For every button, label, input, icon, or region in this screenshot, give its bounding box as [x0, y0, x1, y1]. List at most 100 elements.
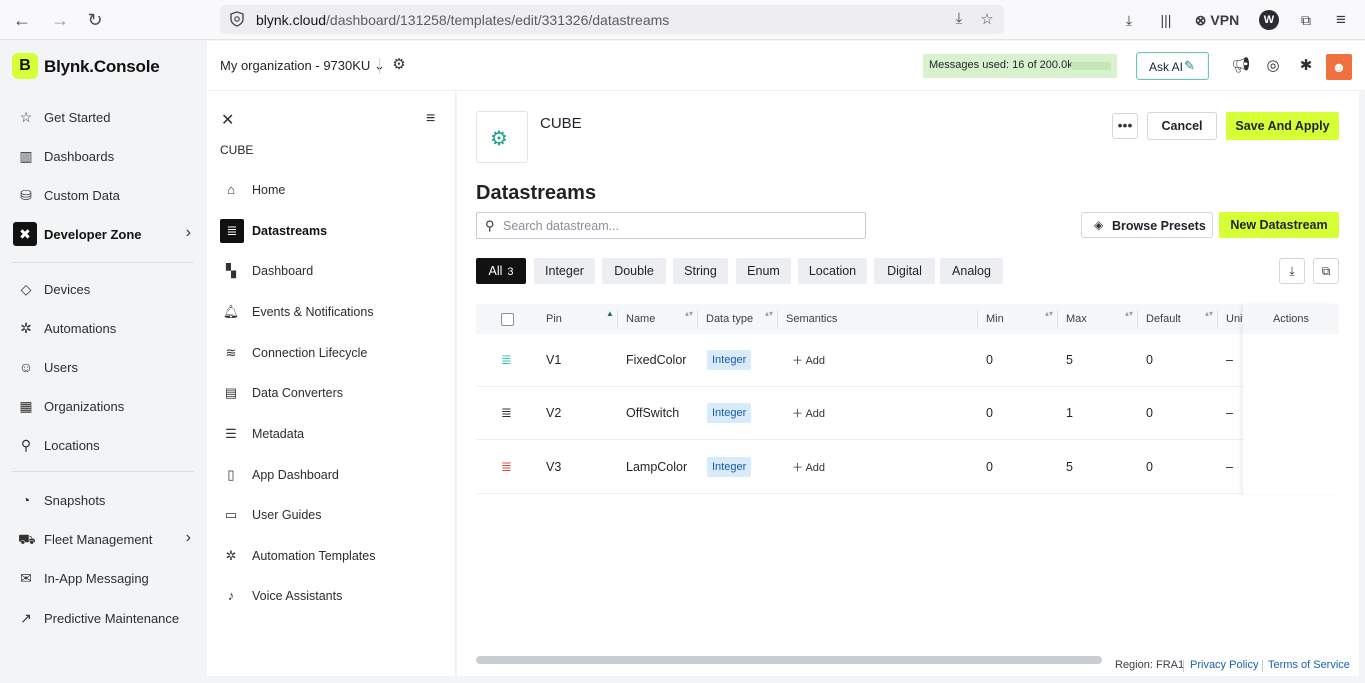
sidebar-item-automations[interactable]: ✲ Automations [10, 312, 195, 344]
profile-avatar[interactable]: W [1259, 10, 1279, 30]
column-semantics[interactable]: Semantics [786, 313, 837, 325]
browse-presets-label: Browse Presets [1112, 219, 1206, 233]
menu-lines-icon[interactable]: ≡ [426, 110, 435, 128]
reload-icon[interactable]: ↻ [83, 8, 107, 32]
add-semantics-button[interactable]: ＋ Add [792, 405, 825, 421]
sort-icon[interactable]: ▴▾ [1125, 310, 1133, 318]
help-lifebuoy-icon[interactable]: ◎ [1263, 56, 1283, 76]
privacy-policy-link[interactable]: Privacy Policy [1190, 659, 1258, 671]
tab-data-converters[interactable]: ▤ Data Converters [219, 379, 444, 407]
tab-datastreams[interactable]: ≣ Datastreams [219, 217, 444, 245]
tab-app-dashboard[interactable]: ▯ App Dashboard [219, 461, 444, 489]
cell-pin: V3 [546, 460, 562, 474]
region-label: Region: FRA1 [1115, 659, 1185, 671]
more-options-button[interactable]: ••• [1112, 113, 1138, 139]
table-row[interactable]: ≣ V1 FixedColor Integer ＋ Add 0 5 0 – [476, 334, 1339, 387]
add-semantics-button[interactable]: ＋ Add [792, 352, 825, 368]
sort-icon[interactable]: ▴▾ [685, 310, 693, 318]
table-row[interactable]: ≣ V3 LampColor Integer ＋ Add 0 5 0 – [476, 441, 1339, 494]
data-type-badge: Integer [707, 403, 752, 423]
search-input[interactable]: ⚲ Search datastream... [476, 212, 866, 239]
sidebar-item-devices[interactable]: ◇ Devices [10, 273, 195, 305]
sort-asc-icon[interactable]: ▲ [606, 310, 614, 318]
close-icon[interactable]: ✕ [221, 110, 234, 130]
sort-icon[interactable]: ▴▾ [765, 310, 773, 318]
add-semantics-button[interactable]: ＋ Add [792, 459, 825, 475]
column-min[interactable]: Min [986, 313, 1004, 325]
tab-dashboard[interactable]: ▚ Dashboard [219, 257, 444, 285]
ask-ai-button[interactable]: Ask AI ✎ [1136, 52, 1209, 80]
tab-label: Data Converters [252, 386, 344, 400]
cancel-button[interactable]: Cancel [1147, 112, 1217, 140]
cube-icon: ◇ [20, 281, 32, 297]
library-icon[interactable]: ||| [1156, 9, 1176, 31]
vpn-button[interactable]: ⊗ VPN [1192, 9, 1242, 31]
tab-metadata[interactable]: ☰ Metadata [219, 420, 444, 448]
book-icon: ▭ [224, 507, 238, 522]
template-nav: ✕ ≡ CUBE ⌂ Home ≣ Datastreams ▚ Dashboard 🔔… [207, 91, 456, 676]
brand-name: Blynk.Console [44, 57, 160, 76]
tab-label: App Dashboard [252, 468, 339, 482]
table-header: Pin ▲ Name ▴▾ Data type ▴▾ Semantics Min… [476, 304, 1339, 334]
export-download-icon[interactable]: ⤓ [1279, 258, 1305, 284]
user-avatar[interactable]: ☻ [1326, 54, 1352, 80]
extensions-icon[interactable]: ⧉ [1296, 9, 1316, 31]
column-data-type[interactable]: Data type [706, 313, 753, 325]
terms-of-service-link[interactable]: Terms of Service [1268, 659, 1350, 671]
save-and-apply-button[interactable]: Save And Apply [1226, 112, 1339, 140]
gear-icon[interactable]: ⚙ [390, 56, 408, 74]
address-bar[interactable]: blynk.cloud/dashboard/131258/templates/e… [220, 5, 1004, 34]
sort-icon[interactable]: ▴▾ [1045, 310, 1053, 318]
copy-icon[interactable]: ⧉ [1313, 258, 1339, 284]
product-image[interactable]: ⚙ [476, 111, 528, 163]
bookmark-star-icon[interactable]: ☆ [978, 10, 996, 28]
filter-string[interactable]: String [673, 258, 728, 284]
sidebar-item-users[interactable]: ☺ Users [10, 351, 195, 383]
column-max[interactable]: Max [1066, 313, 1087, 325]
organization-select[interactable]: My organization - 9730KU ⌄ [220, 58, 385, 74]
filter-analog[interactable]: Analog [940, 258, 1003, 284]
sort-icon[interactable]: ▴▾ [1205, 310, 1213, 318]
page-download-icon[interactable]: ⤓ [950, 10, 968, 28]
column-actions: Actions [1243, 304, 1339, 334]
column-default[interactable]: Default [1146, 313, 1181, 325]
sidebar-item-organizations[interactable]: ▦ Organizations [10, 390, 195, 422]
tab-home[interactable]: ⌂ Home [219, 176, 444, 204]
footer-divider [1183, 660, 1184, 672]
filter-enum[interactable]: Enum [736, 258, 791, 284]
megaphone-icon[interactable]: 📢︎ [1231, 56, 1251, 76]
filter-double[interactable]: Double [602, 258, 666, 284]
sidebar-item-in-app-messaging[interactable]: ✉ In-App Messaging [10, 562, 195, 594]
filter-location[interactable]: Location [798, 258, 867, 284]
back-arrow-icon[interactable]: ← [10, 8, 34, 32]
hamburger-menu-icon[interactable]: ≡ [1331, 9, 1351, 31]
tab-connection-lifecycle[interactable]: ≋ Connection Lifecycle [219, 339, 444, 367]
tab-voice-assistants[interactable]: ♪ Voice Assistants [219, 582, 444, 610]
column-pin[interactable]: Pin [546, 313, 562, 325]
new-datastream-button[interactable]: New Datastream [1219, 212, 1339, 238]
bug-icon[interactable]: ✱ [1296, 56, 1316, 76]
browse-presets-button[interactable]: ◈ Browse Presets [1081, 212, 1213, 238]
footer-divider [1262, 660, 1263, 672]
filter-integer[interactable]: Integer [534, 258, 595, 284]
tab-user-guides[interactable]: ▭ User Guides [219, 501, 444, 529]
filter-digital[interactable]: Digital [874, 258, 935, 284]
sidebar-item-dashboards[interactable]: ▥ Dashboards [10, 140, 195, 172]
sidebar-item-developer-zone[interactable]: ✖ Developer Zone › [10, 218, 195, 250]
tab-automation-templates[interactable]: ✲ Automation Templates [219, 542, 444, 570]
select-all-checkbox[interactable] [501, 313, 514, 326]
tab-events-notifications[interactable]: 🔔︎ Events & Notifications [219, 298, 444, 326]
column-name[interactable]: Name [626, 313, 655, 325]
forward-arrow-icon[interactable]: → [48, 8, 72, 32]
messages-used-badge[interactable]: Messages used: 16 of 200.0k [923, 54, 1117, 78]
table-row[interactable]: ≣ V2 OffSwitch Integer ＋ Add 0 1 0 – [476, 387, 1339, 440]
sidebar-item-snapshots[interactable]: ◔ Snapshots [10, 484, 195, 516]
sidebar-item-locations[interactable]: ⚲ Locations [10, 429, 195, 461]
filter-all[interactable]: All 3 [476, 258, 526, 284]
downloads-icon[interactable]: ⤓ [1120, 9, 1138, 31]
sidebar-item-get-started[interactable]: ☆ Get Started [10, 101, 195, 133]
sidebar-item-fleet-management[interactable]: ⛟ Fleet Management › [10, 523, 195, 555]
horizontal-scrollbar[interactable] [476, 656, 1102, 664]
sidebar-item-predictive-maintenance[interactable]: ↗ Predictive Maintenance [10, 602, 195, 634]
sidebar-item-custom-data[interactable]: ⛁ Custom Data [10, 179, 195, 211]
